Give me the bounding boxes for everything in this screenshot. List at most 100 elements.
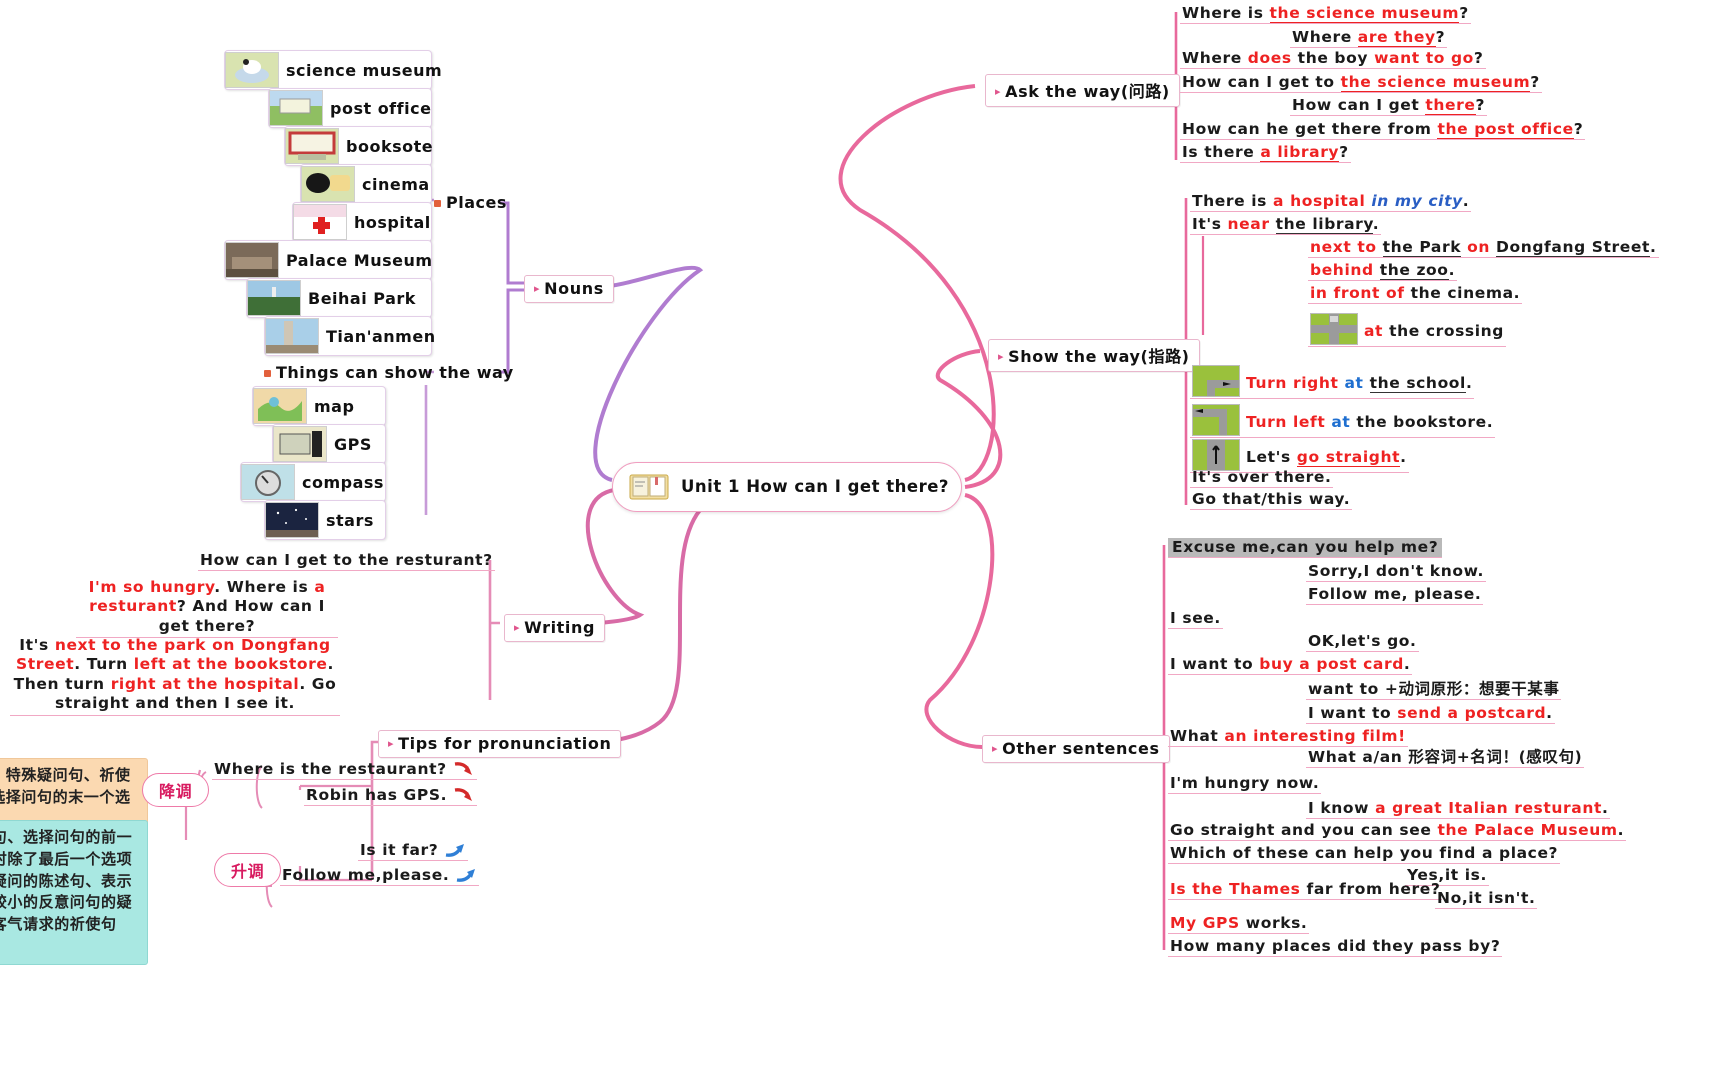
sentence-row[interactable]: I know a great Italian resturant. <box>1306 799 1611 820</box>
sentence-row[interactable]: want to +动词原形：想要干某事 <box>1306 680 1562 701</box>
branch-writing[interactable]: ▸ Writing <box>504 614 606 642</box>
sentence-row[interactable]: Turn right at the school. <box>1190 364 1475 399</box>
text-plain: . <box>1465 374 1473 392</box>
falling-example-2[interactable]: Robin has GPS. <box>304 786 478 807</box>
emphasis-red: at <box>1364 322 1384 340</box>
rising-example-2[interactable]: Follow me,please. <box>280 866 480 887</box>
sentence-row[interactable]: behind the zoo. <box>1308 261 1458 282</box>
sentence-row[interactable]: Go that/this way. <box>1190 490 1353 511</box>
list-item-label: Beihai Park <box>308 288 416 308</box>
sentence-row[interactable]: Sorry,I don't know. <box>1306 562 1486 583</box>
text-plain: . <box>1400 448 1407 466</box>
sentence-row[interactable]: Go straight and you can see the Palace M… <box>1168 821 1627 842</box>
emphasis-blue-italic: in my city <box>1371 192 1463 210</box>
list-item-label: compass <box>302 472 384 492</box>
sentence-row[interactable]: Excuse me,can you help me? <box>1168 538 1443 559</box>
writing-answer-2[interactable]: It's next to the park on Dongfang Street… <box>10 635 340 716</box>
sentence-row[interactable]: I want to buy a post card. <box>1168 655 1413 676</box>
emphasis-red-underline: the post office <box>1437 120 1574 139</box>
list-item[interactable]: post office <box>268 88 432 128</box>
list-item[interactable]: science museum <box>224 50 442 90</box>
stars-photo <box>265 502 319 538</box>
sentence-row[interactable]: There is a hospital in my city. <box>1190 192 1472 213</box>
sentence-row[interactable]: Where is the science museum? <box>1180 4 1471 25</box>
list-item[interactable]: map <box>252 386 386 426</box>
sentence-row[interactable]: Is the Thames far from here? <box>1168 880 1443 901</box>
text-plain: the boy <box>1291 49 1375 67</box>
branch-nouns[interactable]: ▸ Nouns <box>524 275 614 303</box>
list-item[interactable]: GPS <box>272 424 386 464</box>
sentence-row[interactable]: I want to send a postcard. <box>1306 704 1555 725</box>
sentence-row[interactable]: How many places did they pass by? <box>1168 937 1503 958</box>
list-item[interactable]: hospital <box>292 202 432 242</box>
emphasis-red: on <box>1467 238 1491 256</box>
branch-tips-pronunciation[interactable]: ▸ Tips for pronunciation <box>378 730 622 758</box>
text-plain: . <box>1372 215 1380 233</box>
list-item[interactable]: Beihai Park <box>246 278 432 318</box>
list-item[interactable]: compass <box>240 462 386 502</box>
rising-tone-badge[interactable]: 升调 <box>214 853 282 887</box>
sentence-row[interactable]: I see. <box>1168 609 1223 630</box>
sentence-row[interactable]: My GPS works. <box>1168 914 1310 935</box>
list-item[interactable]: stars <box>264 500 386 540</box>
emphasis-underline: Dongfang Street <box>1496 238 1651 257</box>
group-places[interactable]: Places <box>434 193 507 212</box>
sentence-row[interactable]: It's near the library. <box>1190 215 1382 236</box>
text-plain: . <box>1448 261 1456 279</box>
emphasis-blue: at <box>1344 374 1364 392</box>
emphasis-red: near <box>1227 215 1270 233</box>
falling-example-1-text: Where is the restaurant? <box>214 760 447 778</box>
sentence-row[interactable]: No,it isn't. <box>1435 889 1538 910</box>
group-things-label: Things can show the way <box>276 363 514 382</box>
sentence-row[interactable]: OK,let's go. <box>1306 632 1419 653</box>
list-item[interactable]: Tian'anmen <box>264 316 435 356</box>
sentence-row[interactable]: It's over there. <box>1190 468 1334 489</box>
text-plain: Go straight and you can see <box>1170 821 1438 839</box>
turn-left-photo <box>1192 404 1240 436</box>
sentence-row[interactable]: Follow me, please. <box>1306 585 1484 606</box>
falling-example-1[interactable]: Where is the restaurant? <box>212 760 477 781</box>
sentence-row[interactable]: Which of these can help you find a place… <box>1168 844 1561 865</box>
sentence-row[interactable]: I'm hungry now. <box>1168 774 1322 795</box>
group-things-show-way[interactable]: Things can show the way <box>264 363 514 382</box>
hospital-photo <box>293 204 347 240</box>
sentence-row[interactable]: How can he get there from the post offic… <box>1180 120 1586 141</box>
rising-example-1-text: Is it far? <box>360 841 439 859</box>
list-item-label: map <box>314 396 355 416</box>
branch-writing-label: Writing <box>524 618 596 637</box>
writing-question[interactable]: How can I get to the resturant? <box>198 551 495 572</box>
sentence-row[interactable]: How can I get there? <box>1290 96 1488 117</box>
emphasis-red: a great Italian resturant <box>1375 799 1602 817</box>
branch-other-sentences[interactable]: ▸ Other sentences <box>982 735 1170 763</box>
list-item[interactable]: Palace Museum <box>224 240 432 280</box>
go-straight-photo <box>1192 439 1240 471</box>
sentence-row[interactable]: What an interesting film! <box>1168 727 1408 748</box>
emphasis-red-underline: a library <box>1260 143 1340 162</box>
connector-lines <box>184 12 1205 950</box>
sentence-row[interactable]: Is there a library? <box>1180 143 1351 164</box>
sentence-row[interactable]: How can I get to the science museum? <box>1180 73 1542 94</box>
sentence-row[interactable]: next to the Park on Dongfang Street. <box>1308 238 1659 259</box>
sentence-row[interactable]: What a/an 形容词+名词！(感叹句) <box>1306 748 1585 769</box>
post-office-photo <box>269 90 323 126</box>
sentence-row[interactable]: Turn left at the bookstore. <box>1190 403 1496 438</box>
branch-ask-the-way[interactable]: ▸ Ask the way(问路) <box>985 74 1180 107</box>
central-topic[interactable]: Unit 1 How can I get there? <box>612 462 962 512</box>
text-plain: . <box>1403 655 1411 673</box>
falling-tone-badge[interactable]: 降调 <box>142 773 210 807</box>
emphasis-red: buy a post card <box>1259 655 1404 673</box>
branch-show-the-way[interactable]: ▸ Show the way(指路) <box>988 339 1200 372</box>
emphasis-red: want to go <box>1374 49 1474 67</box>
text-plain: OK,let's go. <box>1308 632 1417 650</box>
sentence-row[interactable]: at the crossing <box>1308 312 1507 347</box>
sentence-row[interactable]: Where are they? <box>1290 28 1448 49</box>
text-plain: How can I get <box>1292 96 1426 114</box>
arrow-up-blue-icon <box>444 842 466 858</box>
list-item[interactable]: cinema <box>300 164 432 204</box>
rising-example-1[interactable]: Is it far? <box>358 841 469 862</box>
list-item[interactable]: booksote <box>284 126 433 166</box>
sentence-row[interactable]: in front of the cinema. <box>1308 284 1523 305</box>
writing-answer-1[interactable]: I'm so hungry. Where is a resturant? And… <box>76 577 338 639</box>
bookstore-photo <box>285 128 339 164</box>
sentence-row[interactable]: Where does the boy want to go? <box>1180 49 1486 70</box>
